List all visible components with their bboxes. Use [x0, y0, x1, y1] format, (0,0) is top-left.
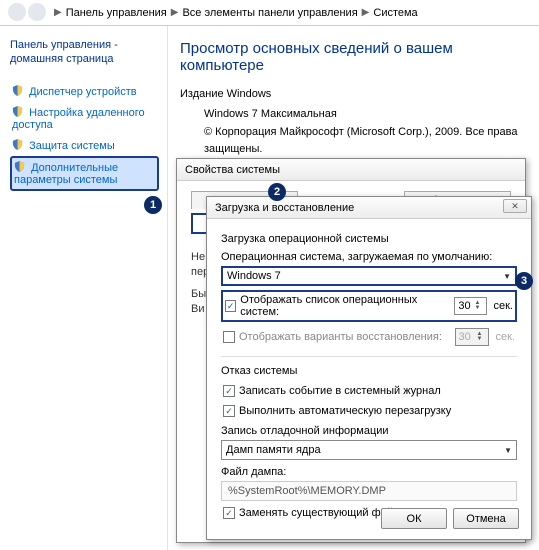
sidebar-item-label: Дополнительные параметры системы: [14, 162, 118, 186]
sidebar-item-label: Диспетчер устройств: [29, 86, 137, 98]
sidebar-item-label: Защита системы: [29, 140, 115, 152]
show-recovery-row: ✓ Отображать варианты восстановления: 30…: [221, 326, 517, 348]
sidebar-item-system-protection[interactable]: Защита системы: [10, 135, 159, 156]
chevron-down-icon: ▼: [504, 446, 512, 455]
dump-file-label: Файл дампа:: [221, 466, 517, 478]
overwrite-dump-checkbox[interactable]: ✓: [223, 507, 235, 519]
chevron-right-icon: ▶: [171, 7, 179, 18]
input-value: %SystemRoot%\MEMORY.DMP: [228, 485, 386, 497]
page-title: Просмотр основных сведений о вашем компь…: [180, 40, 527, 74]
show-os-list-checkbox[interactable]: ✓: [225, 300, 236, 312]
show-recovery-label: Отображать варианты восстановления:: [239, 331, 442, 343]
select-value: Windows 7: [227, 270, 281, 282]
breadcrumb-item[interactable]: Панель управления: [66, 7, 167, 19]
spinner-icon[interactable]: ▲▼: [473, 301, 483, 311]
input-value: 30: [458, 300, 470, 312]
sidebar-item-device-manager[interactable]: Диспетчер устройств: [10, 81, 159, 102]
chevron-down-icon: ▼: [503, 272, 511, 281]
select-value: Дамп памяти ядра: [226, 444, 321, 456]
dialog-title: Загрузка и восстановление: [215, 202, 354, 214]
startup-recovery-dialog: Загрузка и восстановление ✕ Загрузка опе…: [206, 196, 532, 540]
shield-icon: [12, 106, 23, 117]
dialog-titlebar[interactable]: Загрузка и восстановление ✕: [207, 197, 531, 219]
dialog-title: Свойства системы: [185, 164, 280, 176]
sidebar-item-advanced-settings[interactable]: Дополнительные параметры системы: [10, 156, 159, 191]
default-os-select[interactable]: Windows 7 ▼: [221, 266, 517, 286]
dump-type-select[interactable]: Дамп памяти ядра ▼: [221, 440, 517, 460]
seconds-unit: сек.: [494, 300, 514, 312]
seconds-unit: сек.: [496, 331, 516, 343]
callout-marker: 1: [144, 196, 162, 214]
breadcrumb-item[interactable]: Все элементы панели управления: [182, 7, 357, 19]
show-os-list-row: ✓ Отображать список операционных систем:…: [221, 290, 517, 322]
write-event-checkbox[interactable]: ✓: [223, 385, 235, 397]
boot-group-label: Загрузка операционной системы: [221, 233, 517, 245]
copyright-text: © Корпорация Майкрософт (Microsoft Corp.…: [204, 124, 527, 159]
show-os-list-label: Отображать список операционных систем:: [240, 294, 443, 318]
failure-group-label: Отказ системы: [221, 365, 517, 377]
callout-marker: 3: [515, 272, 533, 290]
close-button[interactable]: ✕: [503, 199, 527, 213]
input-value: 30: [459, 331, 471, 343]
auto-restart-label: Выполнить автоматическую перезагрузку: [239, 405, 451, 417]
nav-back-forward[interactable]: [4, 3, 50, 23]
chevron-right-icon: ▶: [54, 7, 62, 18]
show-recovery-seconds-input: 30 ▲▼: [455, 328, 489, 346]
default-os-label: Операционная система, загружаемая по умо…: [221, 251, 517, 263]
shield-icon: [12, 139, 23, 150]
sidebar-item-label: Настройка удаленного доступа: [12, 107, 145, 131]
breadcrumb-item[interactable]: Система: [373, 7, 417, 19]
shield-icon: [14, 161, 25, 172]
callout-marker: 2: [268, 183, 286, 201]
edition-label: Издание Windows: [180, 88, 527, 100]
spinner-icon: ▲▼: [475, 332, 485, 342]
sidebar-item-remote-settings[interactable]: Настройка удаленного доступа: [10, 102, 159, 135]
show-recovery-checkbox[interactable]: ✓: [223, 331, 235, 343]
show-os-seconds-input[interactable]: 30 ▲▼: [454, 297, 486, 315]
cancel-button[interactable]: Отмена: [453, 508, 519, 529]
windows-edition: Windows 7 Максимальная: [204, 106, 527, 124]
breadcrumb-bar: ▶ Панель управления ▶ Все элементы панел…: [0, 0, 539, 26]
ok-button[interactable]: ОК: [381, 508, 447, 529]
shield-icon: [12, 85, 23, 96]
control-panel-home-link[interactable]: Панель управления - домашняя страница: [10, 38, 159, 67]
dump-info-label: Запись отладочной информации: [221, 425, 517, 437]
auto-restart-checkbox[interactable]: ✓: [223, 405, 235, 417]
sidebar: Панель управления - домашняя страница Ди…: [0, 26, 168, 550]
chevron-right-icon: ▶: [362, 7, 370, 18]
dialog-titlebar[interactable]: Свойства системы: [177, 159, 525, 181]
dump-file-input[interactable]: %SystemRoot%\MEMORY.DMP: [221, 481, 517, 501]
write-event-label: Записать событие в системный журнал: [239, 385, 441, 397]
